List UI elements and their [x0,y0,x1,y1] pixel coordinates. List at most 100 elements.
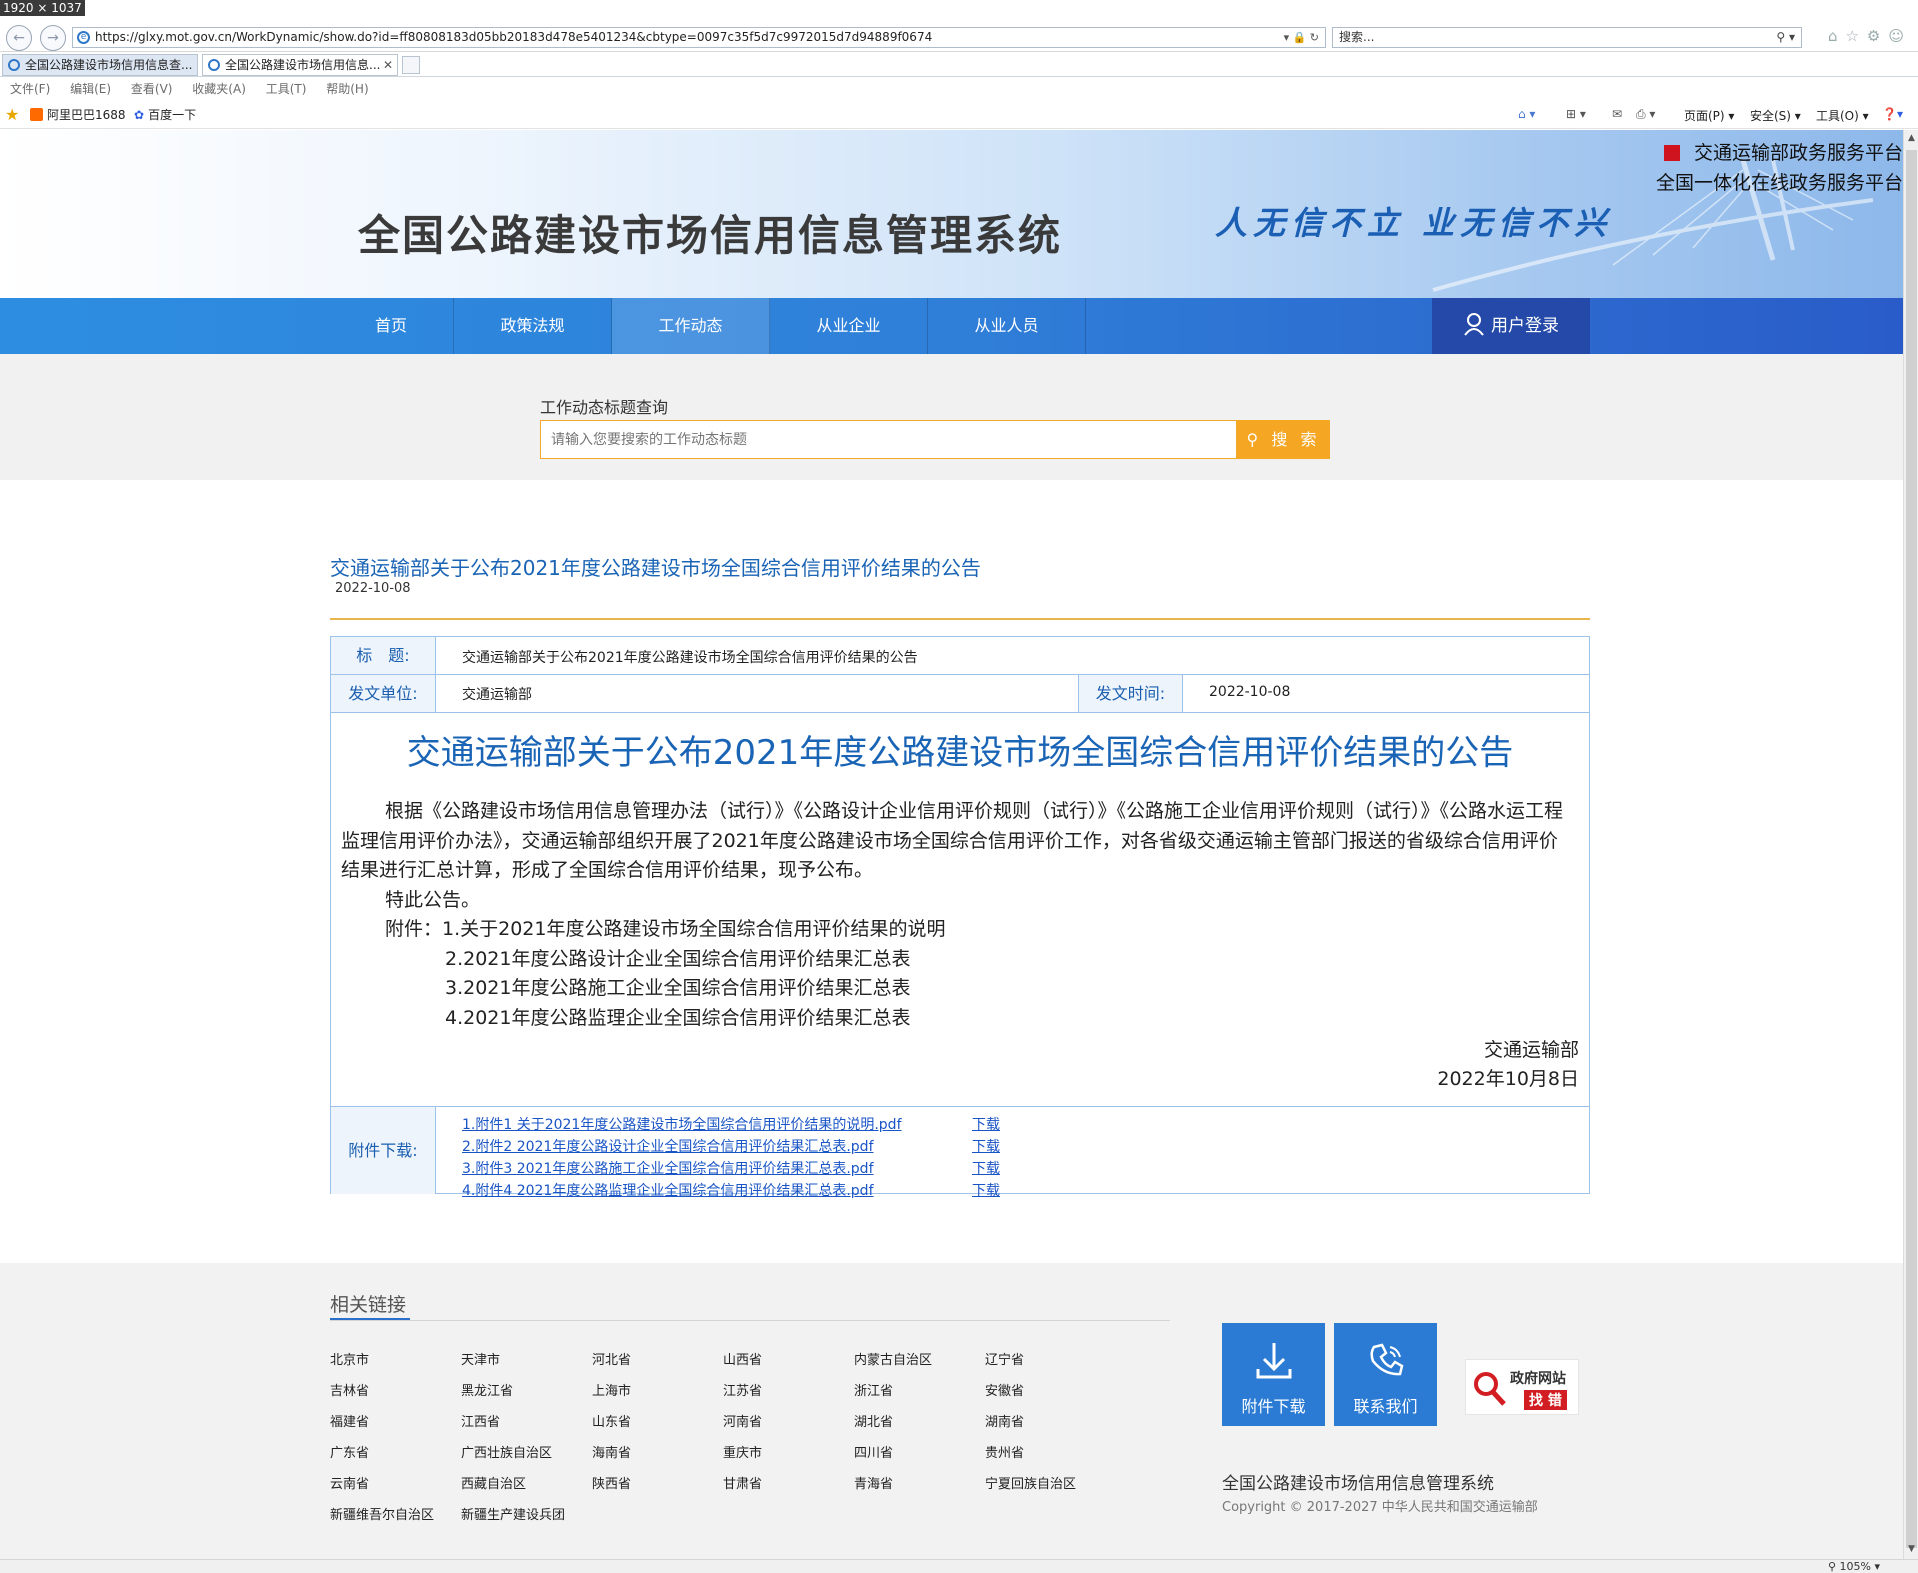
close-tab-icon[interactable]: ✕ [383,55,393,75]
province-link[interactable]: 上海市 [592,1380,631,1399]
menu-edit[interactable]: 编辑(E) [70,78,111,100]
tools-menu[interactable]: 工具(O) ▾ [1816,107,1869,124]
platform-link-mot[interactable]: 交通运输部政务服务平台 [1663,138,1903,165]
province-link[interactable]: 山西省 [723,1349,762,1368]
attachment-file-3[interactable]: 3.附件3 2021年度公路施工企业全国综合信用评价结果汇总表.pdf [462,1158,874,1178]
province-link[interactable]: 新疆生产建设兵团 [461,1504,565,1523]
download-link-1[interactable]: 下载 [972,1114,1000,1134]
mail-icon[interactable]: ✉ [1612,107,1622,121]
province-link[interactable]: 安徽省 [985,1380,1024,1399]
province-link[interactable]: 贵州省 [985,1442,1024,1461]
nav-personnel[interactable]: 从业人员 [928,298,1086,354]
province-link[interactable]: 福建省 [330,1411,369,1430]
new-tab-button[interactable] [402,56,420,74]
province-link[interactable]: 宁夏回族自治区 [985,1473,1076,1492]
attachment-file-2[interactable]: 2.附件2 2021年度公路设计企业全国综合信用评价结果汇总表.pdf [462,1136,874,1156]
favorites-bar: ★ 阿里巴巴1688 ✿ 百度一下 ⌂ ▾ ⊞ ▾ ✉ ⎙ ▾ 页面(P) ▾ 安… [0,101,1918,129]
province-link[interactable]: 甘肃省 [723,1473,762,1492]
province-link[interactable]: 陕西省 [592,1473,631,1492]
time-value: 2022-10-08 [1209,684,1291,700]
menu-favorites[interactable]: 收藏夹(A) [192,78,246,100]
nav-enterprises[interactable]: 从业企业 [770,298,928,354]
province-link[interactable]: 四川省 [854,1442,893,1461]
feeds-icon[interactable]: ⊞ ▾ [1566,107,1586,121]
province-link[interactable]: 湖北省 [854,1411,893,1430]
province-link[interactable]: 青海省 [854,1473,893,1492]
menu-file[interactable]: 文件(F) [10,78,50,100]
province-link[interactable]: 天津市 [461,1349,500,1368]
article-detail-table: 标 题: 交通运输部关于公布2021年度公路建设市场全国综合信用评价结果的公告 … [330,636,1590,1199]
attachment-line-4: 4.2021年度公路监理企业全国综合信用评价结果汇总表 [445,1006,911,1029]
province-link[interactable]: 内蒙古自治区 [854,1349,932,1368]
lock-refresh-icons[interactable]: ▾ 🔒 ↻ [1284,28,1319,47]
scroll-down-arrow-icon[interactable]: ▼ [1905,1544,1918,1558]
footer-copyright: Copyright © 2017-2027 中华人民共和国交通运输部 [1222,1500,1538,1515]
province-link[interactable]: 重庆市 [723,1442,762,1461]
province-link[interactable]: 浙江省 [854,1380,893,1399]
province-link[interactable]: 广西壮族自治区 [461,1442,552,1461]
status-bar: ⚲ 105% ▾ [0,1559,1918,1573]
download-link-3[interactable]: 下载 [972,1158,1000,1178]
favorites-star-icon[interactable]: ★ [5,105,19,124]
contact-us-box[interactable]: 联系我们 [1334,1323,1437,1426]
tab-2-active[interactable]: 全国公路建设市场信用信息... ✕ [202,54,398,76]
download-link-2[interactable]: 下载 [972,1136,1000,1156]
attachment-file-1[interactable]: 1.附件1 关于2021年度公路建设市场全国综合信用评价结果的说明.pdf [462,1114,902,1134]
vertical-scrollbar[interactable]: ▲ ▼ [1903,130,1918,1559]
province-link[interactable]: 北京市 [330,1349,369,1368]
search-button[interactable]: ⚲ 搜 索 [1237,420,1330,459]
province-link[interactable]: 海南省 [592,1442,631,1461]
safety-menu[interactable]: 安全(S) ▾ [1750,107,1801,124]
province-link[interactable]: 广东省 [330,1442,369,1461]
province-link[interactable]: 河北省 [592,1349,631,1368]
address-bar[interactable]: e https://glxy.mot.gov.cn/WorkDynamic/sh… [72,27,1326,48]
scrollbar-thumb[interactable] [1906,150,1917,1548]
tab-1[interactable]: 全国公路建设市场信用信息查... [2,54,198,76]
search-input[interactable] [540,420,1237,459]
help-icon[interactable]: ❓▾ [1882,107,1903,121]
menu-view[interactable]: 查看(V) [131,78,173,100]
download-link-4[interactable]: 下载 [972,1180,1000,1200]
province-link[interactable]: 山东省 [592,1411,631,1430]
user-login-button[interactable]: 用户登录 [1432,298,1590,354]
zoom-level[interactable]: ⚲ 105% ▾ [1828,1560,1880,1573]
print-icon[interactable]: ⎙ ▾ [1636,107,1655,122]
province-link[interactable]: 黑龙江省 [461,1380,513,1399]
province-link[interactable]: 湖南省 [985,1411,1024,1430]
search-label: 工作动态标题查询 [540,398,669,417]
menu-tools[interactable]: 工具(T) [266,78,307,100]
nav-work-dynamic[interactable]: 工作动态 [612,298,770,354]
download-icon [1256,1343,1291,1379]
province-link[interactable]: 吉林省 [330,1380,369,1399]
browser-search-box[interactable]: 搜索... ⚲ ▾ [1332,27,1802,48]
platform-link-national[interactable]: 全国一体化在线政务服务平台 [1656,168,1903,195]
attachments-download-box[interactable]: 附件下载 [1222,1323,1325,1426]
province-link[interactable]: 河南省 [723,1411,762,1430]
home-icon[interactable]: ⌂ ▾ [1518,107,1535,121]
gov-website-error-report[interactable]: 政府网站 找 错 [1465,1359,1579,1415]
browser-window: 1920 × 1037 –□✕ ← → e https://glxy.mot.g… [0,0,1918,1573]
province-link[interactable]: 江西省 [461,1411,500,1430]
page-menu[interactable]: 页面(P) ▾ [1684,107,1734,124]
alibaba-icon [30,108,43,121]
back-button[interactable]: ← [6,25,32,51]
browser-search-placeholder: 搜索... [1339,30,1375,44]
province-link[interactable]: 辽宁省 [985,1349,1024,1368]
title-value: 交通运输部关于公布2021年度公路建设市场全国综合信用评价结果的公告 [462,650,918,666]
nav-policy[interactable]: 政策法规 [454,298,612,354]
province-link[interactable]: 新疆维吾尔自治区 [330,1504,434,1523]
attachment-file-4[interactable]: 4.附件4 2021年度公路监理企业全国综合信用评价结果汇总表.pdf [462,1180,874,1200]
url-text: https://glxy.mot.gov.cn/WorkDynamic/show… [95,30,933,44]
fav-baidu[interactable]: ✿ 百度一下 [134,107,196,123]
nav-home[interactable]: 首页 [329,298,454,354]
province-link[interactable]: 云南省 [330,1473,369,1492]
province-link[interactable]: 江苏省 [723,1380,762,1399]
forward-button[interactable]: → [40,25,66,51]
menu-help[interactable]: 帮助(H) [326,78,368,100]
fav-alibaba[interactable]: 阿里巴巴1688 [30,107,126,123]
province-link[interactable]: 西藏自治区 [461,1473,526,1492]
search-icon[interactable]: ⚲ ▾ [1776,28,1795,47]
ie-tab-icon [8,59,20,71]
scroll-up-arrow-icon[interactable]: ▲ [1905,133,1918,147]
browser-toolbar-icons[interactable]: ⌂☆⚙☺ [1828,27,1912,45]
